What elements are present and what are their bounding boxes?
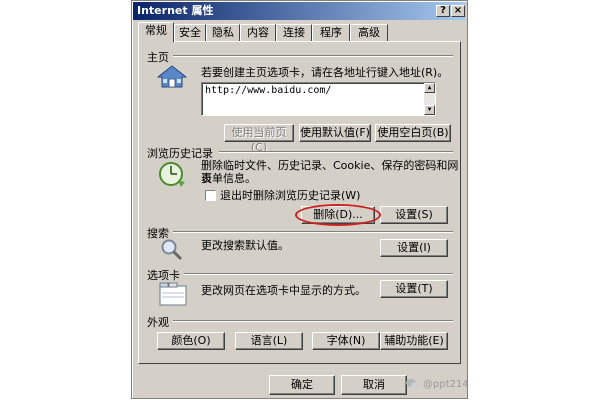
close-button[interactable]: × bbox=[451, 5, 465, 17]
home-url-textarea[interactable]: http://www.baidu.com/ ▲ ▼ bbox=[201, 82, 436, 116]
appearance-group-label: 外观 bbox=[147, 316, 169, 329]
watermark: @ppt214 bbox=[406, 378, 469, 390]
tab-privacy[interactable]: 隐私 bbox=[206, 24, 240, 41]
tab-security[interactable]: 安全 bbox=[174, 24, 206, 41]
languages-button[interactable]: 语言(L) bbox=[235, 332, 303, 350]
home-description: 若要创建主页选项卡，请在各地址行键入地址(R)。 bbox=[201, 66, 449, 79]
history-divider bbox=[219, 151, 453, 153]
ok-button[interactable]: 确定 bbox=[269, 375, 335, 395]
home-url-text: http://www.baidu.com/ bbox=[205, 85, 332, 96]
internet-options-dialog: Internet 属性 ? × 常规 安全 隐私 内容 连接 程序 高级 主页 … bbox=[131, 0, 468, 399]
home-divider bbox=[173, 55, 453, 57]
history-description-line2: 表单信息。 bbox=[201, 172, 256, 185]
use-current-button[interactable]: 使用当前页(C) bbox=[224, 124, 294, 154]
delete-history-button[interactable]: 删除(D)... bbox=[301, 206, 375, 224]
tab-content[interactable]: 内容 bbox=[240, 24, 276, 41]
search-divider bbox=[173, 231, 453, 233]
wechat-icon bbox=[406, 379, 420, 389]
search-description: 更改搜索默认值。 bbox=[201, 239, 289, 252]
history-clock-icon bbox=[159, 162, 185, 187]
scroll-down-arrow-icon[interactable]: ▼ bbox=[424, 105, 435, 115]
tab-connections[interactable]: 连接 bbox=[276, 24, 312, 41]
tabs-description: 更改网页在选项卡中显示的方式。 bbox=[201, 284, 366, 297]
appearance-divider bbox=[173, 320, 453, 322]
help-button[interactable]: ? bbox=[436, 5, 450, 17]
tabs-group-label: 选项卡 bbox=[147, 269, 180, 282]
use-default-button[interactable]: 使用默认值(F) bbox=[299, 124, 371, 142]
home-group-label: 主页 bbox=[147, 51, 169, 64]
url-scrollbar[interactable]: ▲ ▼ bbox=[424, 83, 435, 115]
fonts-button[interactable]: 字体(N) bbox=[312, 332, 380, 350]
tabs-settings-button[interactable]: 设置(T) bbox=[380, 280, 448, 298]
watermark-text: @ppt214 bbox=[423, 378, 469, 390]
home-icon bbox=[157, 65, 187, 88]
tab-advanced[interactable]: 高级 bbox=[350, 24, 388, 41]
history-settings-button[interactable]: 设置(S) bbox=[380, 206, 448, 224]
window-title: Internet 属性 bbox=[137, 4, 214, 17]
magnifier-icon bbox=[161, 239, 183, 261]
cancel-button[interactable]: 取消 bbox=[341, 375, 407, 395]
tab-programs[interactable]: 程序 bbox=[312, 24, 350, 41]
use-blank-button[interactable]: 使用空白页(B) bbox=[375, 124, 451, 142]
delete-on-exit-label: 退出时删除浏览历史记录(W) bbox=[220, 189, 361, 202]
tabbed-window-icon bbox=[159, 282, 187, 306]
title-bar: Internet 属性 ? × bbox=[133, 2, 466, 20]
delete-on-exit-checkbox[interactable] bbox=[205, 190, 216, 201]
search-settings-button[interactable]: 设置(I) bbox=[380, 239, 448, 257]
tabs-divider bbox=[184, 273, 453, 275]
scroll-up-arrow-icon[interactable]: ▲ bbox=[424, 83, 435, 93]
colors-button[interactable]: 颜色(O) bbox=[157, 332, 225, 350]
accessibility-button[interactable]: 辅助功能(E) bbox=[380, 332, 448, 350]
tab-general[interactable]: 常规 bbox=[138, 22, 174, 42]
general-tab-panel: 主页 若要创建主页选项卡，请在各地址行键入地址(R)。 http://www.b… bbox=[138, 41, 461, 364]
